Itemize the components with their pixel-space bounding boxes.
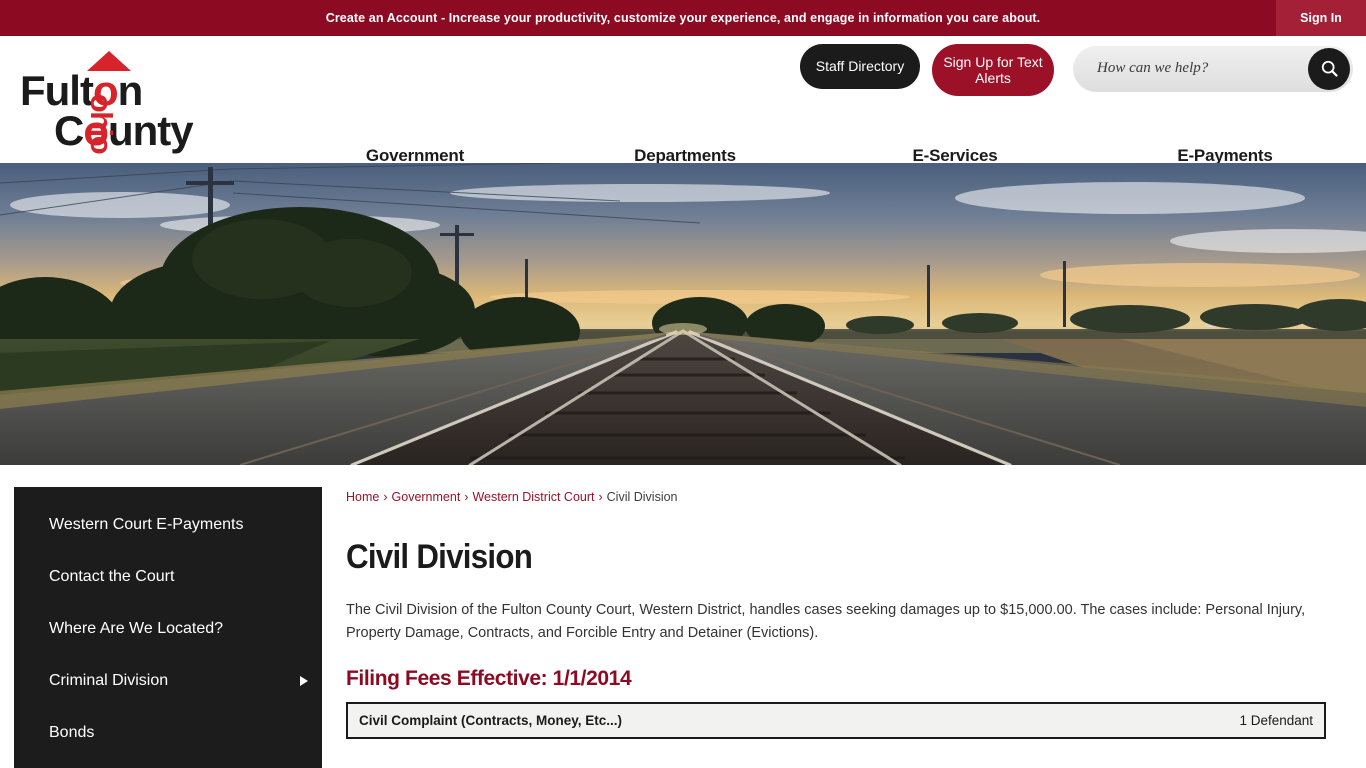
breadcrumb-link-western-district-court[interactable]: Western District Court (472, 490, 594, 504)
sign-in-button[interactable]: Sign In (1276, 0, 1366, 36)
breadcrumb-separator: › (464, 490, 469, 504)
sidebar-item-where-are-we-located[interactable]: Where Are We Located? (14, 603, 322, 655)
announcement-text: Create an Account - Increase your produc… (325, 11, 1041, 25)
intro-paragraph: The Civil Division of the Fulton County … (346, 602, 1306, 642)
sidebar-item-western-court-e-payments[interactable]: Western Court E-Payments (14, 499, 322, 551)
breadcrumb-link-home[interactable]: Home (346, 490, 379, 504)
staff-directory-button[interactable]: Staff Directory (800, 44, 920, 89)
page-content: Western Court E-Payments Contact the Cou… (0, 465, 1366, 768)
sidebar-item-label: Western Court E-Payments (49, 516, 244, 533)
sidebar-item-label: Contact the Court (49, 568, 175, 585)
search-input[interactable] (1073, 59, 1308, 78)
breadcrumb: Home › Government › Western District Court › C… (346, 490, 1346, 504)
search-bar[interactable] (1073, 45, 1353, 92)
fee-quantity: 1 Defendant (1175, 703, 1325, 740)
fee-description: Civil Complaint (Contracts, Money, Etc..… (347, 703, 1175, 740)
table-row: Civil Complaint (Contracts, Money, Etc..… (347, 703, 1325, 740)
breadcrumb-separator: › (598, 490, 603, 504)
logo-ohio-text: ohio (84, 93, 120, 154)
filing-fees-heading: Filing Fees Effective: 1/1/2014 (346, 667, 632, 691)
sidebar-item-label: Where Are We Located? (49, 620, 224, 637)
logo-ohio-vertical: ohio (79, 72, 159, 153)
sidebar-item-label: Criminal Division (49, 672, 169, 689)
announcement-bar: Create an Account - Increase your produc… (0, 0, 1366, 36)
site-header: Fulton County ohio Staff Directory Sign … (0, 36, 1366, 165)
page-title: Civil Division (346, 538, 533, 576)
site-logo[interactable]: Fulton County ohio (18, 48, 218, 158)
sidebar-item-criminal-division[interactable]: Criminal Division (14, 655, 322, 707)
sidebar-item-contact-the-court[interactable]: Contact the Court (14, 551, 322, 603)
breadcrumb-current: Civil Division (606, 490, 678, 504)
sidebar-item-bonds[interactable]: Bonds (14, 707, 322, 759)
hero-banner-image (0, 163, 1366, 465)
text-alerts-button[interactable]: Sign Up for Text Alerts (932, 44, 1054, 96)
chevron-right-icon[interactable] (300, 676, 308, 686)
sidebar-item-label: Bonds (49, 724, 95, 741)
breadcrumb-separator: › (383, 490, 388, 504)
breadcrumb-link-government[interactable]: Government (392, 490, 461, 504)
filing-fees-table: Civil Complaint (Contracts, Money, Etc..… (346, 702, 1326, 740)
search-icon[interactable] (1308, 47, 1350, 90)
sidebar-navigation: Western Court E-Payments Contact the Cou… (14, 487, 322, 768)
main-column: Home › Government › Western District Court › C… (346, 465, 1346, 740)
